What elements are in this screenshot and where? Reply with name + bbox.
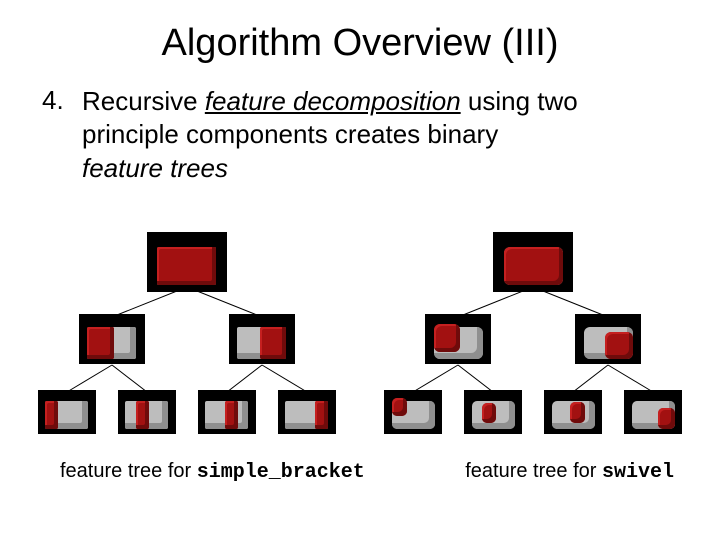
feature-tree-simple-bracket	[27, 232, 347, 447]
caption-right: feature tree for swivel	[465, 460, 674, 484]
caption-left: feature tree for simple_bracket	[60, 460, 365, 484]
bullet-text-featuretrees: feature trees	[82, 153, 228, 183]
bullet-text-line2: principle components creates binary	[82, 119, 498, 149]
tree-node-rl	[198, 390, 256, 434]
tree-node-r	[575, 314, 641, 364]
tree-node-lr	[118, 390, 176, 434]
tree-node-root	[493, 232, 573, 292]
feature-trees-row	[0, 232, 720, 447]
tree-captions: feature tree for simple_bracket feature …	[0, 460, 720, 484]
tree-node-rl	[544, 390, 602, 434]
tree-node-l	[79, 314, 145, 364]
tree-node-rr	[624, 390, 682, 434]
tree-node-lr	[464, 390, 522, 434]
bullet-text-featuredecomp: feature decomposition	[205, 86, 461, 116]
slide-title: Algorithm Overview (III)	[0, 22, 720, 65]
feature-tree-swivel	[373, 232, 693, 447]
bullet-text: Recursive feature decomposition using tw…	[82, 85, 578, 185]
tree-node-ll	[384, 390, 442, 434]
tree-node-l	[425, 314, 491, 364]
caption-right-prefix: feature tree for	[465, 460, 602, 482]
bullet-text-rest1: using two	[461, 86, 578, 116]
bullet-number: 4.	[42, 85, 82, 116]
tree-node-rr	[278, 390, 336, 434]
bullet-item-4: 4. Recursive feature decomposition using…	[0, 85, 720, 185]
tree-node-root	[147, 232, 227, 292]
tree-node-r	[229, 314, 295, 364]
caption-right-mono: swivel	[602, 461, 674, 484]
caption-left-prefix: feature tree for	[60, 460, 197, 482]
bullet-text-plain1: Recursive	[82, 86, 205, 116]
tree-node-ll	[38, 390, 96, 434]
caption-left-mono: simple_bracket	[197, 461, 365, 484]
